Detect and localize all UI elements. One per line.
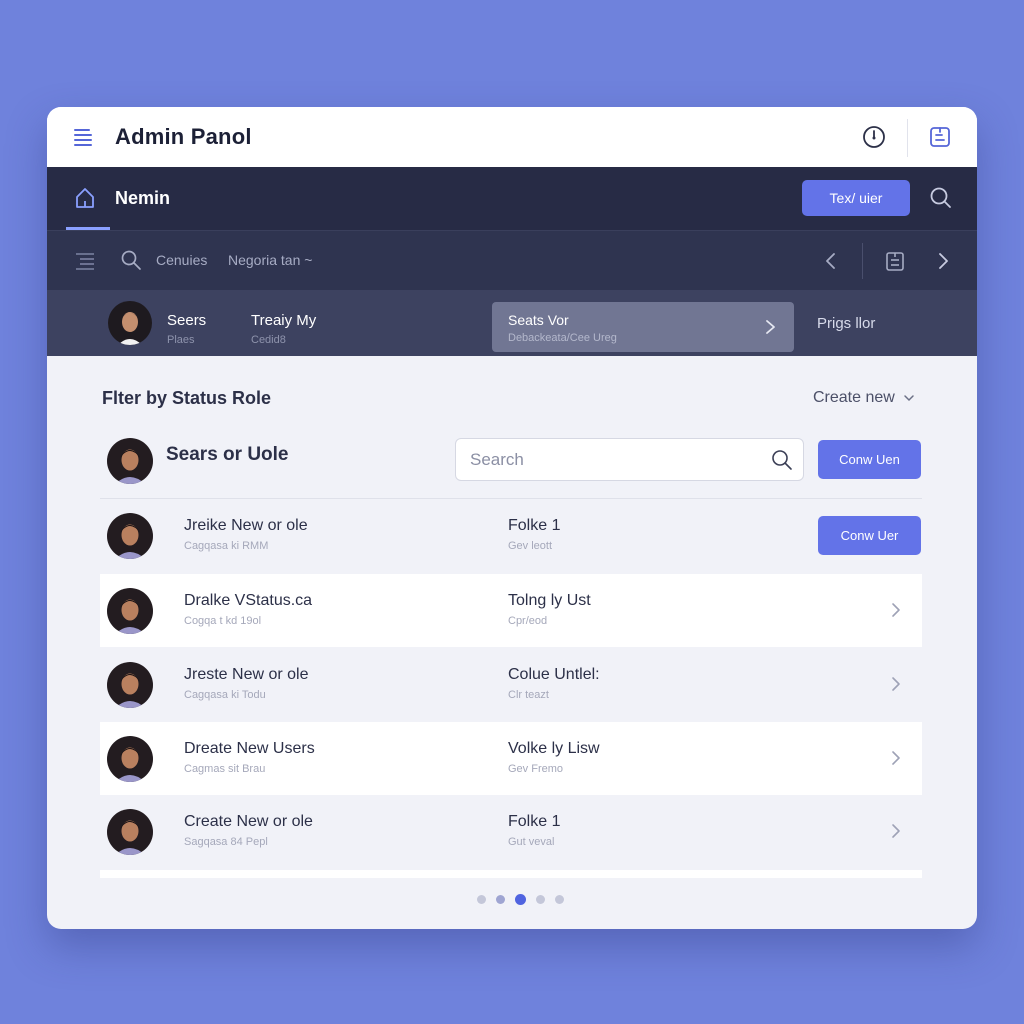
user-role: Folke 1: [508, 517, 561, 534]
user-name: Dreate New Users: [184, 740, 315, 757]
strip-user-name: Seers: [167, 312, 207, 329]
user-sub: Cogqa t kd 19ol: [184, 615, 262, 627]
admin-window: Admin Panol Nemin Tex/ uier Cenuies Nego…: [47, 107, 977, 929]
chevron-right-icon[interactable]: [890, 675, 902, 693]
nav-title[interactable]: Nemin: [115, 188, 170, 209]
page-dot[interactable]: [477, 895, 486, 904]
strip-user-sub: Plaes: [167, 334, 195, 346]
list-item[interactable]: Dralke VStatus.ca Cogqa t kd 19ol Tolng …: [100, 574, 922, 647]
page-dot[interactable]: [536, 895, 545, 904]
user-name: Jreste New or ole: [184, 666, 309, 683]
toolbar-dropdown[interactable]: Negoria tan ~: [228, 252, 312, 268]
avatar: [107, 736, 153, 782]
toolbar-item-1[interactable]: Cenuies: [156, 252, 207, 268]
app-title: Admin Panol: [115, 124, 252, 149]
user-name: Dralke VStatus.ca: [184, 592, 313, 609]
list-item-partial: [100, 870, 922, 878]
user-name: Jreike New or ole: [184, 517, 308, 534]
avatar: [107, 513, 153, 559]
chevron-right-icon: [766, 320, 775, 334]
create-new-label: Create new: [813, 389, 895, 406]
avatar: [107, 809, 153, 855]
profile-strip: Seers Plaes Treaiy My Cedid8 Seats Vor D…: [47, 290, 977, 356]
toolbar-divider: [862, 243, 863, 279]
chevron-right-icon[interactable]: [890, 601, 902, 619]
strip-card-title: Seats Vor: [508, 312, 569, 328]
section-header-name: Sears or Uole: [166, 444, 289, 465]
title-divider: [907, 119, 908, 157]
home-icon[interactable]: [73, 186, 97, 210]
avatar: [107, 588, 153, 634]
chevron-right-icon[interactable]: [890, 822, 902, 840]
nav-action-button[interactable]: Tex/ uier: [802, 180, 910, 216]
user-role: Folke 1: [508, 813, 561, 830]
user-sub: Cagqasa ki RMM: [184, 540, 269, 552]
avatar[interactable]: [107, 438, 153, 484]
search-icon[interactable]: [120, 249, 142, 271]
user-sub: Sagqasa 84 Pepl: [184, 836, 268, 848]
clock-icon[interactable]: [861, 124, 887, 150]
chevron-right-icon[interactable]: [932, 250, 954, 272]
avatar[interactable]: [108, 301, 152, 345]
strip-user2-sub: Cedid8: [251, 334, 286, 346]
user-role-sub: Gev Fremo: [508, 763, 564, 775]
page-dot[interactable]: [496, 895, 505, 904]
user-sub: Cagmas sit Brau: [184, 763, 266, 775]
search-input[interactable]: [470, 447, 760, 473]
user-role: Tolng ly Ust: [508, 592, 591, 609]
user-role-sub: Gut veval: [508, 836, 555, 848]
user-name: Create New or ole: [184, 813, 313, 830]
list-item[interactable]: Dreate New Users Cagmas sit Brau Volke l…: [100, 722, 922, 795]
strip-user2-name: Treaiy My: [251, 312, 317, 329]
user-role: Volke ly Lisw: [508, 740, 600, 757]
list-item[interactable]: Create New or ole Sagqasa 84 Pepl Folke …: [100, 795, 922, 868]
avatar: [107, 662, 153, 708]
top-navbar: Nemin Tex/ uier: [47, 167, 977, 230]
list-icon[interactable]: [74, 250, 96, 272]
strip-right-label[interactable]: Prigs llor: [817, 315, 875, 332]
chevron-left-icon[interactable]: [820, 250, 842, 272]
user-role-sub: Cpr/eod: [508, 615, 548, 627]
strip-card-sub: Debackeata/Cee Ureg: [508, 332, 617, 344]
clipboard-icon[interactable]: [884, 250, 906, 272]
create-new-dropdown[interactable]: Create new: [813, 389, 915, 407]
pagination-dots: [477, 894, 564, 905]
menu-icon[interactable]: [73, 127, 93, 147]
page-dot-active[interactable]: [515, 894, 526, 905]
user-role-sub: Gev leott: [508, 540, 553, 552]
search-icon[interactable]: [929, 186, 953, 210]
row-action-button[interactable]: Conw Uer: [818, 516, 921, 555]
title-bar: Admin Panol: [47, 107, 977, 167]
user-role-sub: Clr teazt: [508, 689, 549, 701]
chevron-right-icon[interactable]: [890, 749, 902, 767]
toolbar: Cenuies Negoria tan ~: [47, 230, 977, 290]
clipboard-icon[interactable]: [927, 124, 953, 150]
user-sub: Cagqasa ki Todu: [184, 689, 266, 701]
list-item[interactable]: Jreste New or ole Cagqasa ki Todu Colue …: [100, 648, 922, 721]
list-item[interactable]: Jreike New or ole Cagqasa ki RMM Folke 1…: [100, 499, 922, 572]
search-icon[interactable]: [771, 449, 793, 471]
user-role: Colue Untlel:: [508, 666, 600, 683]
header-action-button[interactable]: Conw Uen: [818, 440, 921, 479]
filter-title: Flter by Status Role: [102, 388, 272, 408]
strip-card[interactable]: Seats Vor Debackeata/Cee Ureg: [492, 302, 794, 352]
chevron-down-icon: [904, 395, 914, 402]
search-field[interactable]: [455, 438, 804, 481]
page-dot[interactable]: [555, 895, 564, 904]
